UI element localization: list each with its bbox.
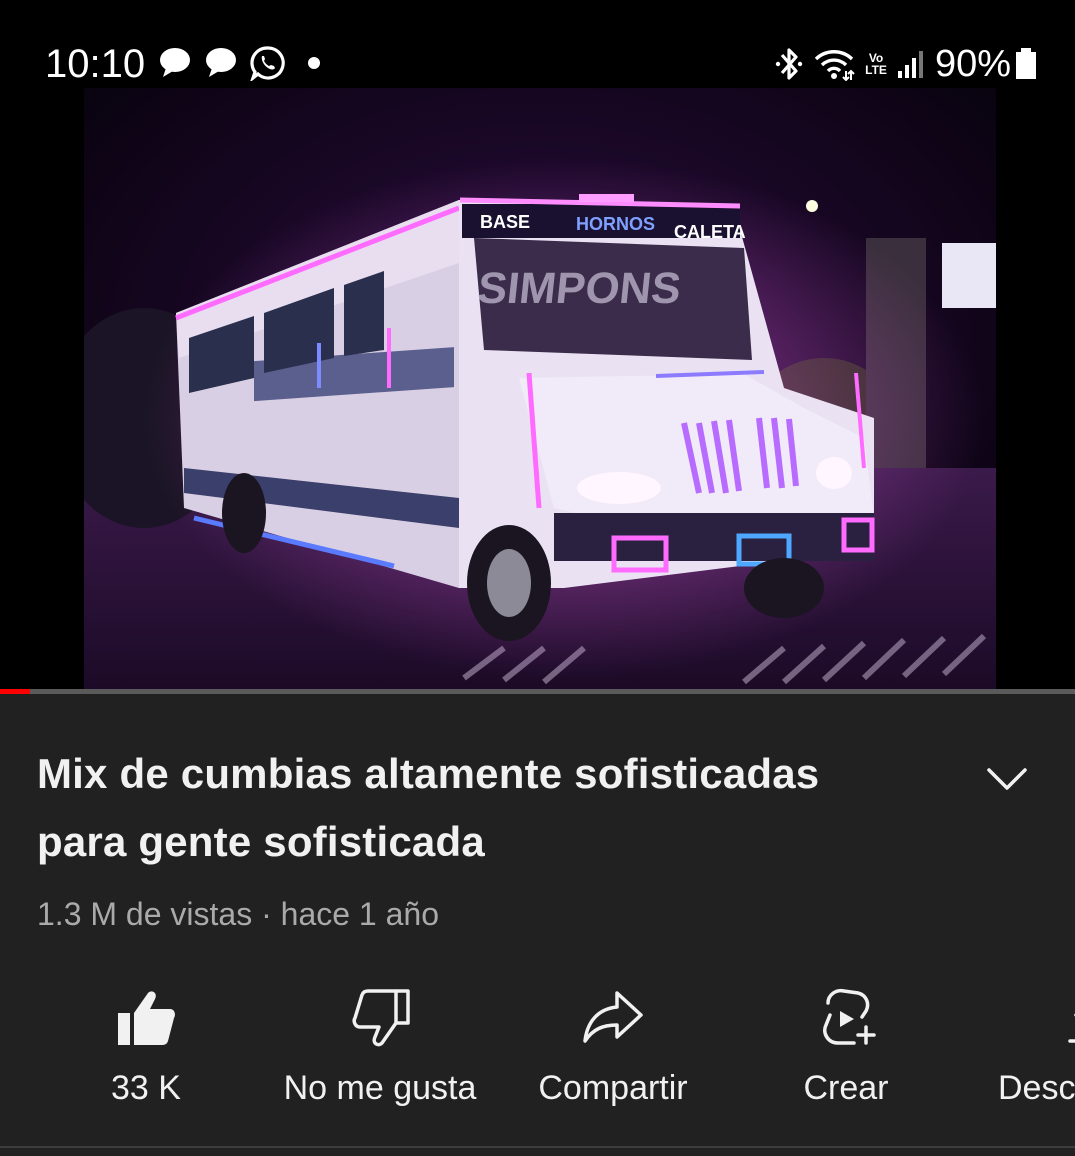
battery-percent: 90%	[934, 43, 1011, 85]
video-progress-fill	[0, 689, 31, 694]
system-status-icons: Vo LTE 90%	[765, 42, 1037, 86]
volte-icon: Vo LTE	[865, 52, 887, 76]
create-button[interactable]: Crear	[736, 975, 956, 1125]
dislike-label: No me gusta	[283, 1069, 477, 1107]
share-button[interactable]: Compartir	[503, 975, 723, 1125]
chat-bubble-icon	[206, 48, 236, 77]
download-label: Desc	[998, 1069, 1075, 1107]
signal-icon	[897, 51, 923, 78]
sign-base: BASE	[480, 212, 530, 232]
download-icon	[1068, 1013, 1075, 1043]
video-title-line1: Mix de cumbias altamente sofisticadas	[37, 750, 820, 797]
video-progress-bar[interactable]	[0, 689, 1075, 694]
chat-bubble-icon	[160, 48, 190, 77]
download-button[interactable]: Desc	[998, 975, 1075, 1125]
create-label: Crear	[803, 1069, 889, 1107]
thumbs-up-icon	[118, 991, 175, 1045]
dislike-button[interactable]: No me gusta	[270, 975, 490, 1125]
dot-icon	[308, 57, 320, 69]
status-time: 10:10	[45, 42, 146, 86]
youtube-watch-screen: 10:10 Vo LTE 90% SIMPONS BASE HORNOS CAL…	[0, 0, 1075, 1156]
status-bar: 10:10 Vo LTE 90%	[0, 0, 1075, 88]
video-thumbnail: SIMPONS BASE HORNOS CALETA	[84, 88, 996, 694]
thumbs-down-icon	[352, 989, 410, 1047]
divider	[0, 1146, 1075, 1148]
sign-hornos: HORNOS	[576, 214, 655, 234]
video-title-line2: para gente sofisticada	[37, 818, 485, 865]
create-icon	[823, 988, 876, 1045]
notification-icons	[158, 45, 336, 81]
share-label: Compartir	[538, 1069, 688, 1107]
battery-icon	[1016, 48, 1036, 79]
svg-text:SIMPONS: SIMPONS	[475, 264, 683, 313]
action-bar: 33 K No me gusta Compartir Crear Desc	[0, 975, 1075, 1125]
chevron-down-icon[interactable]	[984, 760, 1030, 800]
like-button[interactable]: 33 K	[36, 975, 256, 1125]
sign-caleta: CALETA	[674, 222, 746, 242]
video-metadata: 1.3 M de vistas · hace 1 año	[37, 896, 439, 932]
share-icon	[583, 991, 643, 1043]
wifi-icon	[814, 50, 855, 81]
bluetooth-icon	[775, 48, 803, 80]
whatsapp-icon	[250, 46, 285, 81]
volte-bottom-label: LTE	[865, 63, 887, 77]
like-count: 33 K	[111, 1069, 181, 1107]
video-player[interactable]: SIMPONS BASE HORNOS CALETA	[0, 88, 1075, 694]
video-title[interactable]: Mix de cumbias altamente sofisticadas pa…	[37, 740, 917, 876]
